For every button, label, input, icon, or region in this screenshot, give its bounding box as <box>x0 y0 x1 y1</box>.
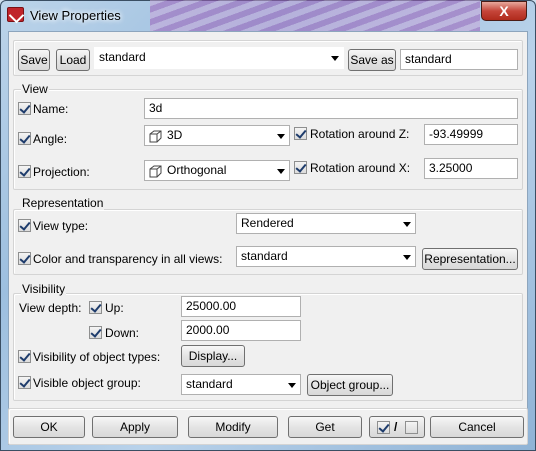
get-button[interactable]: Get <box>288 416 362 438</box>
color-transparency-label: Color and transparency in all views: <box>33 252 223 266</box>
load-settings-dropdown[interactable]: standard <box>94 47 344 69</box>
chevron-down-icon <box>331 56 339 61</box>
projection-checkbox[interactable] <box>18 165 31 178</box>
rotation-x-field[interactable]: 3.25000 <box>424 158 518 179</box>
object-group-checkbox[interactable] <box>18 376 31 389</box>
toggle-separator: / <box>394 420 398 434</box>
view-group-label: View <box>21 82 49 96</box>
rotation-z-field[interactable]: -93.49999 <box>424 124 518 145</box>
rotation-z-label: Rotation around Z: <box>310 127 410 141</box>
rotation-z-checkbox[interactable] <box>294 127 307 140</box>
object-group-value: standard <box>186 377 233 391</box>
object-group-label: Visible object group: <box>33 376 141 390</box>
angle-dropdown[interactable]: 3D <box>144 125 290 146</box>
name-checkbox[interactable] <box>18 102 31 115</box>
view-type-checkbox[interactable] <box>18 219 31 232</box>
apply-button[interactable]: Apply <box>92 416 178 438</box>
angle-label: Angle: <box>33 132 68 146</box>
depth-down-label: Down: <box>105 326 140 340</box>
display-button[interactable]: Display... <box>181 345 245 367</box>
load-settings-value: standard <box>99 50 146 64</box>
close-button[interactable]: X <box>481 1 527 21</box>
name-field[interactable]: 3d <box>144 98 518 119</box>
projection-dropdown[interactable]: Orthogonal <box>144 160 290 181</box>
object-types-checkbox[interactable] <box>18 350 31 363</box>
color-transparency-value: standard <box>241 249 288 263</box>
view-type-value: Rendered <box>241 216 294 230</box>
view-type-dropdown[interactable]: Rendered <box>236 213 416 234</box>
cancel-button[interactable]: Cancel <box>430 416 524 438</box>
chevron-down-icon <box>403 222 411 227</box>
chevron-down-icon <box>288 383 296 388</box>
view-type-label: View type: <box>33 219 89 233</box>
object-types-label: Visibility of object types: <box>33 350 161 364</box>
chevron-down-icon <box>403 255 411 260</box>
view-depth-label: View depth: <box>19 301 82 315</box>
save-as-field[interactable]: standard <box>400 49 518 70</box>
color-transparency-dropdown[interactable]: standard <box>236 246 416 267</box>
title-bar[interactable]: View Properties X <box>0 0 536 32</box>
depth-up-label: Up: <box>105 301 124 315</box>
depth-up-field[interactable]: 25000.00 <box>181 296 301 317</box>
rotation-x-label: Rotation around X: <box>310 161 411 175</box>
angle-value: 3D <box>167 128 183 142</box>
chevron-down-icon <box>277 169 285 174</box>
modify-button[interactable]: Modify <box>188 416 278 438</box>
chevron-down-icon <box>277 134 285 139</box>
title-bar-background <box>150 0 480 32</box>
ok-button[interactable]: OK <box>13 416 85 438</box>
color-transparency-checkbox[interactable] <box>18 252 31 265</box>
cube-3d-icon <box>149 130 162 143</box>
checked-box-icon <box>377 421 390 434</box>
app-icon <box>7 7 24 22</box>
orthogonal-projection-icon <box>149 165 162 178</box>
representation-button[interactable]: Representation... <box>422 248 518 270</box>
depth-up-checkbox[interactable] <box>89 301 102 314</box>
object-group-dropdown[interactable]: standard <box>181 374 301 395</box>
projection-label: Projection: <box>33 165 90 179</box>
select-toggle-button[interactable]: / <box>369 416 425 438</box>
load-button[interactable]: Load <box>56 49 90 71</box>
depth-down-field[interactable]: 2000.00 <box>181 320 301 341</box>
depth-down-checkbox[interactable] <box>89 326 102 339</box>
angle-checkbox[interactable] <box>18 132 31 145</box>
rotation-x-checkbox[interactable] <box>294 161 307 174</box>
save-button[interactable]: Save <box>18 49 50 71</box>
visibility-group-label: Visibility <box>21 282 67 296</box>
window-title: View Properties <box>30 8 121 23</box>
unchecked-box-icon <box>405 421 418 434</box>
representation-group-label: Representation <box>21 196 105 210</box>
object-group-button[interactable]: Object group... <box>307 374 393 396</box>
name-label: Name: <box>33 102 69 116</box>
projection-value: Orthogonal <box>167 163 227 177</box>
save-as-button[interactable]: Save as <box>348 49 396 71</box>
